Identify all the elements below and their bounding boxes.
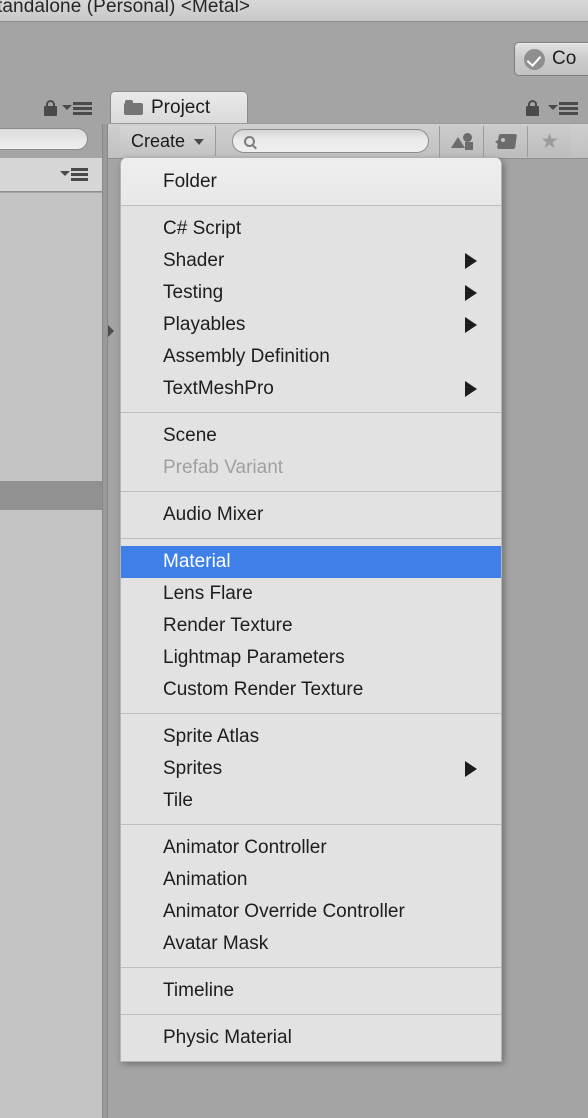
type-filter-button[interactable] [439,126,483,157]
menu-item[interactable]: Custom Render Texture [121,674,501,706]
menu-item[interactable]: C# Script [121,213,501,245]
label-filter-button[interactable] [483,126,527,157]
menu-item[interactable]: Lens Flare [121,578,501,610]
menu-item-label: Audio Mixer [163,504,264,525]
menu-section-scripting: C# Script Shader Testing Playables Assembly … [121,206,501,412]
menu-item-label: Animation [163,869,248,890]
left-subpanel-menu-icon[interactable] [60,167,90,181]
menu-item[interactable]: Scene [121,420,501,452]
collab-button-label: Co [552,48,577,69]
menu-item-label: C# Script [163,218,242,239]
menu-item-label: Lightmap Parameters [163,647,345,668]
menu-item[interactable]: TextMeshPro [121,373,501,405]
menu-item-label: Tile [163,790,193,811]
create-button[interactable]: Create [120,126,216,156]
menu-item-label: Playables [163,314,246,335]
menu-section-rendering: Material Lens Flare Render Texture Lightmap… [121,539,501,713]
menu-item-label: Material [163,551,231,572]
menu-item[interactable]: Testing [121,277,501,309]
menu-item[interactable]: Animator Controller [121,832,501,864]
menu-section-physics: Physic Material [121,1015,501,1061]
unity-editor-screen: tandalone (Personal) <Metal> Co Project [0,0,588,1118]
menu-item[interactable]: Render Texture [121,610,501,642]
collab-button[interactable]: Co [514,42,588,76]
menu-item[interactable]: Assembly Definition [121,341,501,373]
menu-item[interactable]: Timeline [121,975,501,1007]
menu-item: Prefab Variant [121,452,501,484]
menu-item-label: Scene [163,425,217,446]
panel-divider[interactable] [102,124,108,1118]
menu-item[interactable]: Playables [121,309,501,341]
star-icon: ★ [540,130,559,153]
menu-item[interactable]: Shader [121,245,501,277]
tag-icon [494,133,517,150]
window-titlebar: tandalone (Personal) <Metal> [0,0,588,22]
menu-section-sprites: Sprite Atlas Sprites Tile [121,714,501,824]
submenu-arrow-icon [465,381,477,397]
menu-item-label: Custom Render Texture [163,679,364,700]
menu-item-label: Sprite Atlas [163,726,260,747]
menu-item-label: Testing [163,282,224,303]
create-dropdown-menu[interactable]: Folder C# Script Shader Testing Playables Ass… [120,158,502,1062]
create-button-label: Create [131,130,186,151]
menu-item-label: Shader [163,250,225,271]
menu-item[interactable]: Material [121,546,501,578]
menu-item-label: Animator Controller [163,837,327,858]
menu-item[interactable]: Audio Mixer [121,499,501,531]
menu-section-audio: Audio Mixer [121,492,501,538]
menu-item[interactable]: Lightmap Parameters [121,642,501,674]
submenu-arrow-icon [465,761,477,777]
project-panel-menu-icon[interactable] [548,101,578,115]
menu-section-animation: Animator Controller Animation Animator Ove… [121,825,501,967]
tab-project[interactable]: Project [110,91,248,123]
window-title: tandalone (Personal) <Metal> [0,0,251,17]
menu-item-label: Folder [163,171,217,192]
menu-item[interactable]: Sprite Atlas [121,721,501,753]
menu-item-label: Timeline [163,980,235,1001]
left-subpanel-list[interactable] [0,193,102,1118]
check-circle-icon [524,48,545,70]
menu-item-label: Assembly Definition [163,346,330,367]
chevron-right-icon[interactable] [108,325,114,337]
menu-item[interactable]: Tile [121,785,501,817]
menu-item[interactable]: Folder [121,166,501,198]
lock-icon[interactable] [44,100,57,116]
tab-project-label: Project [151,96,211,118]
folder-icon [124,100,143,115]
chevron-down-icon [194,139,205,145]
menu-item-label: Lens Flare [163,583,253,604]
menu-item-label: Animator Override Controller [163,901,405,922]
menu-section-folder: Folder [121,158,501,205]
project-lock-icon[interactable] [526,100,539,116]
left-panel-search-input[interactable] [0,128,88,150]
menu-item[interactable]: Animator Override Controller [121,896,501,928]
menu-item-label: Render Texture [163,615,293,636]
menu-section-timeline: Timeline [121,968,501,1014]
menu-item-label: Prefab Variant [163,457,284,478]
menu-item[interactable]: Avatar Mask [121,928,501,960]
menu-item-label: Avatar Mask [163,933,269,954]
submenu-arrow-icon [465,285,477,301]
search-input[interactable] [232,129,429,153]
search-icon [244,135,255,147]
left-panel-menu-icon[interactable] [62,101,92,115]
shapes-icon [450,132,473,151]
submenu-arrow-icon [465,317,477,333]
list-item[interactable] [0,481,102,510]
favorites-filter-button[interactable]: ★ [527,126,571,157]
submenu-arrow-icon [465,253,477,269]
menu-section-scene: Scene Prefab Variant [121,413,501,491]
menu-item-label: Sprites [163,758,223,779]
menu-item-label: TextMeshPro [163,378,274,399]
menu-item-label: Physic Material [163,1027,292,1048]
menu-item[interactable]: Animation [121,864,501,896]
menu-item[interactable]: Physic Material [121,1022,501,1054]
menu-item[interactable]: Sprites [121,753,501,785]
